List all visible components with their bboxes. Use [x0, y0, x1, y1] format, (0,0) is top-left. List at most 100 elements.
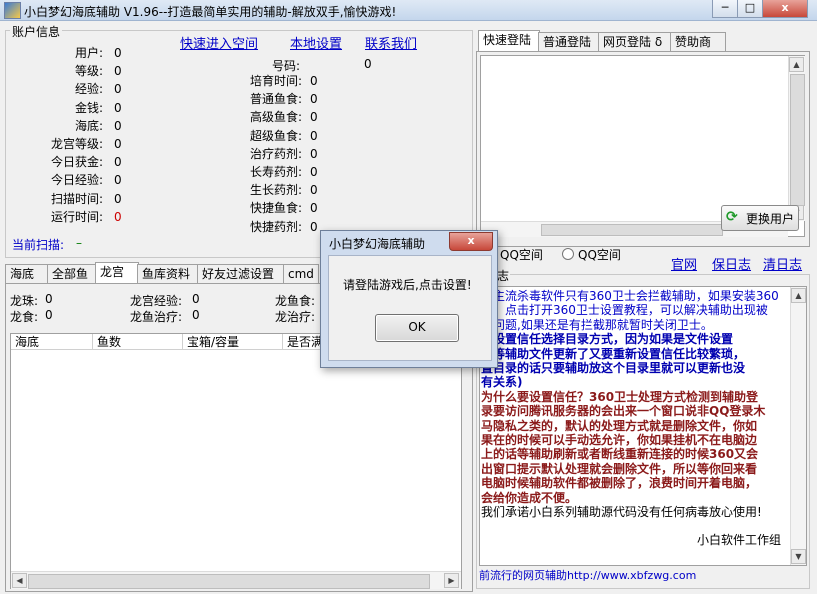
field-label: 经验:	[74, 82, 103, 97]
login-tab-2[interactable]: 网页登陆 δ	[598, 32, 672, 51]
palace-list-hscrollbar[interactable]: ◀ ▶	[11, 571, 461, 589]
dialog-message: 请登陆游戏后,点击设置!	[343, 278, 472, 292]
log-line: 议设置信任选择目录方式，因为如果是文件设置	[481, 332, 734, 347]
field-label: 用户:	[74, 46, 103, 60]
field-label: 等级:	[74, 64, 103, 79]
column-header[interactable]: 鱼数	[93, 334, 183, 350]
log-line: 马隐私之类的，默认的处理方式就是删除文件，你如	[481, 418, 758, 433]
field-label: 培育时间:	[249, 74, 302, 88]
palace-stat-label: 龙鱼治疗:	[130, 310, 183, 324]
maximize-button[interactable]: □	[737, 0, 763, 18]
field-label: 普通鱼食:	[249, 92, 302, 107]
log-line: 录要访问腾讯服务器的会出来一个窗口说非QQ登录木	[481, 404, 766, 419]
account-list-vscrollbar[interactable]: ▲ ▼	[788, 56, 805, 221]
palace-stat-label: 龙宫经验:	[130, 294, 183, 308]
minimize-button[interactable]: ─	[712, 0, 738, 18]
log-group-title: 志	[496, 267, 511, 284]
palace-stat-label: 龙鱼食:	[275, 294, 316, 308]
palace-stat-label: 龙珠:	[10, 294, 39, 308]
log-signature: 小白软件工作组	[697, 533, 782, 547]
title-bar: 小白梦幻海底辅助 V1.96--打造最简单实用的辅助-解放双手,愉快游戏! ─ …	[0, 0, 817, 21]
log-footer: 前流行的网页辅助http://www.xbfzwg.com	[479, 569, 697, 582]
login-tab-strip: 快速登陆 普通登陆 网页登陆 δ 赞助商	[478, 30, 808, 52]
radio-circle-icon	[562, 248, 574, 260]
dialog-body: 请登陆游戏后,点击设置! OK	[328, 255, 492, 361]
radio-qzone-2-label: QQ空间	[578, 248, 621, 262]
log-line: 会给你造成不便。	[481, 490, 578, 505]
radio-qzone-2[interactable]: QQ空间	[562, 246, 632, 262]
palace-stat-label: 龙治疗:	[275, 310, 316, 324]
scroll-thumb[interactable]	[790, 74, 805, 206]
log-line: 为什么要设置信任？360卫士处理方式检测到辅助登	[481, 389, 759, 404]
field-value: 0	[114, 100, 122, 115]
field-label: 生长药剂:	[249, 183, 302, 198]
tab-5[interactable]: cmd	[283, 264, 319, 283]
field-value: 0	[114, 118, 122, 133]
scan-value: –	[76, 236, 82, 250]
scroll-up-icon[interactable]: ▲	[791, 288, 806, 303]
close-button[interactable]: x	[762, 0, 808, 18]
radio-qzone-1-label: QQ空间	[500, 248, 543, 262]
field-value: 0	[310, 110, 318, 125]
field-value: 0	[310, 219, 318, 234]
tab-0[interactable]: 海底	[5, 264, 49, 283]
alert-dialog: 小白梦幻海底辅助 x 请登陆游戏后,点击设置! OK	[320, 230, 498, 368]
quick-space-link[interactable]: 快速进入空间	[180, 33, 258, 52]
scroll-up-icon[interactable]: ▲	[789, 57, 804, 72]
scroll-down-icon[interactable]: ▼	[791, 549, 806, 564]
field-value: 0	[310, 128, 318, 143]
tab-2[interactable]: 龙宫	[95, 262, 139, 283]
field-label: 海底:	[74, 118, 103, 133]
login-tab-3[interactable]: 赞助商	[670, 32, 726, 51]
clear-log-link[interactable]: 清日志	[763, 254, 802, 273]
window-title: 小白梦幻海底辅助 V1.96--打造最简单实用的辅助-解放双手,愉快游戏!	[24, 5, 397, 19]
scroll-thumb[interactable]	[541, 224, 723, 236]
log-line: 士，点击打开360卫士设置教程，可以解决辅助出现被	[481, 303, 768, 318]
field-value: 0	[310, 201, 318, 216]
field-label: 高级鱼食:	[249, 110, 302, 125]
field-value: 0	[114, 137, 122, 151]
scroll-thumb[interactable]	[28, 574, 430, 589]
tab-1[interactable]: 全部鱼	[47, 264, 97, 283]
palace-stat-value: 0	[45, 292, 53, 306]
scan-label: 当前扫描:	[12, 238, 65, 252]
scroll-right-icon[interactable]: ▶	[444, 573, 459, 588]
palace-stat-label: 龙食:	[10, 310, 39, 324]
log-vscrollbar[interactable]: ▲ ▼	[790, 287, 806, 565]
field-label: 今日经验:	[50, 173, 103, 188]
palace-stat-value: 0	[192, 308, 200, 322]
field-value: 0	[114, 191, 122, 206]
scroll-left-icon[interactable]: ◀	[12, 573, 27, 588]
official-site-link[interactable]: 官网	[671, 254, 697, 273]
log-line: 任等辅助文件更新了又要重新设置信任比较繁琐，	[481, 346, 746, 361]
log-line: 我们承诺小白系列辅助源代码没有任何病毒放心使用!	[481, 505, 762, 519]
field-value: 0	[114, 64, 122, 79]
refresh-icon: ⟳	[726, 209, 738, 225]
change-user-button[interactable]: ⟳ 更换用户	[721, 205, 799, 231]
ok-button[interactable]: OK	[375, 314, 459, 342]
dialog-close-button[interactable]: x	[449, 232, 493, 251]
field-value: 0	[310, 74, 318, 88]
field-label: 长寿药剂:	[249, 165, 302, 179]
log-line: 出窗口提示默认处理就会删除文件，所以等你回来看	[481, 461, 758, 476]
log-box[interactable]: 前主流杀毒软件只有360卫士会拦截辅助，如果安装360 士，点击打开360卫士设置…	[479, 286, 807, 566]
field-value: 0	[310, 146, 318, 161]
field-label: 龙宫等级:	[50, 137, 103, 151]
qq-number-label: 号码:	[271, 59, 300, 73]
palace-stat-value: 0	[45, 308, 53, 322]
contact-us-link[interactable]: 联系我们	[365, 33, 417, 52]
login-tab-0[interactable]: 快速登陆	[478, 30, 540, 51]
field-label: 超级鱼食:	[249, 128, 302, 143]
tab-4[interactable]: 好友过滤设置	[197, 264, 285, 283]
column-header[interactable]: 宝箱/容量	[183, 334, 283, 350]
column-header[interactable]: 海底	[11, 334, 93, 350]
login-tab-1[interactable]: 普通登陆	[538, 32, 600, 51]
field-label: 今日获金:	[50, 155, 103, 170]
tab-3[interactable]: 鱼库资料	[137, 264, 199, 283]
account-group-title: 账户信息	[10, 23, 63, 40]
palace-list[interactable]: 海底 鱼数 宝箱/容量 是否满 ◀ ▶	[10, 333, 462, 589]
local-settings-link[interactable]: 本地设置	[290, 33, 342, 52]
save-log-link[interactable]: 保日志	[712, 254, 751, 273]
log-line: 置目录的话只要辅助放这个目录里就可以更新也没	[481, 361, 746, 375]
field-value: 0	[114, 173, 122, 188]
